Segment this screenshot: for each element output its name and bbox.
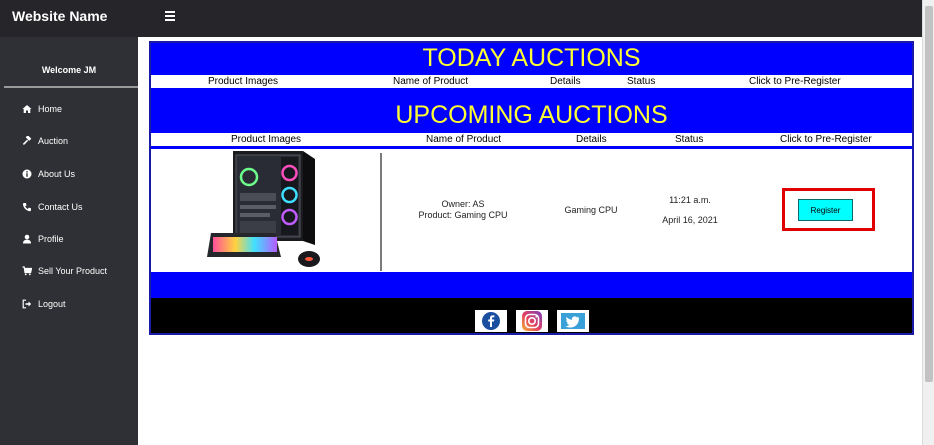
column-header: Product Images: [208, 76, 279, 87]
column-header: Click to Pre-Register: [749, 76, 841, 87]
upcoming-auctions-banner: UPCOMING AUCTIONS: [151, 88, 912, 133]
auction-panel: TODAY AUCTIONS Product Images Name of Pr…: [149, 41, 914, 335]
auction-date: April 16, 2021: [662, 215, 718, 225]
instagram-icon[interactable]: [516, 310, 548, 332]
table-row: Owner: AS Product: Gaming CPU Gaming CPU…: [153, 149, 910, 272]
column-header: Click to Pre-Register: [780, 134, 872, 145]
column-header: Name of Product: [426, 134, 502, 145]
sidebar-item-label: Home: [38, 104, 63, 114]
info-icon: [22, 169, 32, 179]
sidebar-item-label: Sell Your Product: [38, 266, 108, 276]
product-name: Product: Gaming CPU: [418, 210, 508, 220]
column-header: Status: [627, 76, 656, 87]
sidebar-item-label: Profile: [38, 234, 64, 244]
sidebar: Welcome JM Home Auction About Us Contact…: [0, 37, 138, 445]
sidebar-item-profile[interactable]: Profile: [22, 234, 64, 244]
user-icon: [23, 234, 31, 244]
sidebar-item-label: Logout: [38, 299, 66, 309]
register-button[interactable]: Register: [798, 199, 853, 221]
home-icon: [22, 105, 32, 113]
today-auctions-banner: TODAY AUCTIONS: [151, 43, 912, 75]
hamburger-menu-icon[interactable]: [165, 11, 175, 21]
scrollbar-thumb[interactable]: [925, 6, 933, 382]
column-header: Details: [576, 134, 607, 145]
footer: [151, 298, 912, 333]
welcome-text: Welcome JM: [41, 65, 97, 75]
gaming-pc-image: [207, 151, 320, 267]
facebook-icon[interactable]: [475, 310, 507, 332]
sidebar-item-auction[interactable]: Auction: [22, 136, 68, 146]
column-header: Name of Product: [393, 76, 469, 87]
today-table-header: Product Images Name of Product Details S…: [153, 75, 910, 88]
sidebar-item-about[interactable]: About Us: [22, 169, 75, 179]
gavel-icon: [22, 136, 32, 145]
sidebar-item-label: About Us: [38, 169, 76, 179]
sidebar-item-label: Auction: [38, 136, 69, 146]
today-auctions-title: TODAY AUCTIONS: [422, 44, 641, 72]
site-name[interactable]: Website Name: [12, 8, 107, 24]
logout-icon: [22, 299, 32, 309]
sidebar-item-home[interactable]: Home: [22, 104, 62, 114]
product-details: Gaming CPU: [564, 205, 618, 215]
sidebar-item-sell[interactable]: Sell Your Product: [22, 266, 107, 276]
upcoming-table-header: Product Images Name of Product Details S…: [153, 133, 910, 146]
sidebar-item-contact[interactable]: Contact Us: [22, 202, 83, 212]
cart-icon: [22, 266, 32, 276]
sidebar-item-logout[interactable]: Logout: [22, 299, 66, 309]
top-navbar: Website Name: [0, 0, 922, 37]
sidebar-item-label: Contact Us: [38, 202, 83, 212]
phone-icon: [22, 203, 31, 212]
upcoming-auctions-title: UPCOMING AUCTIONS: [395, 101, 668, 129]
column-header: Status: [675, 134, 704, 145]
page-scrollbar[interactable]: [922, 0, 934, 445]
column-header: Product Images: [231, 134, 302, 145]
blue-footer-band: [151, 272, 912, 298]
sidebar-divider: [4, 86, 138, 88]
column-divider: [380, 153, 382, 271]
product-owner: Owner: AS: [441, 199, 485, 209]
column-header: Details: [550, 76, 581, 87]
auction-time: 11:21 a.m.: [669, 195, 711, 205]
twitter-icon[interactable]: [557, 310, 589, 332]
